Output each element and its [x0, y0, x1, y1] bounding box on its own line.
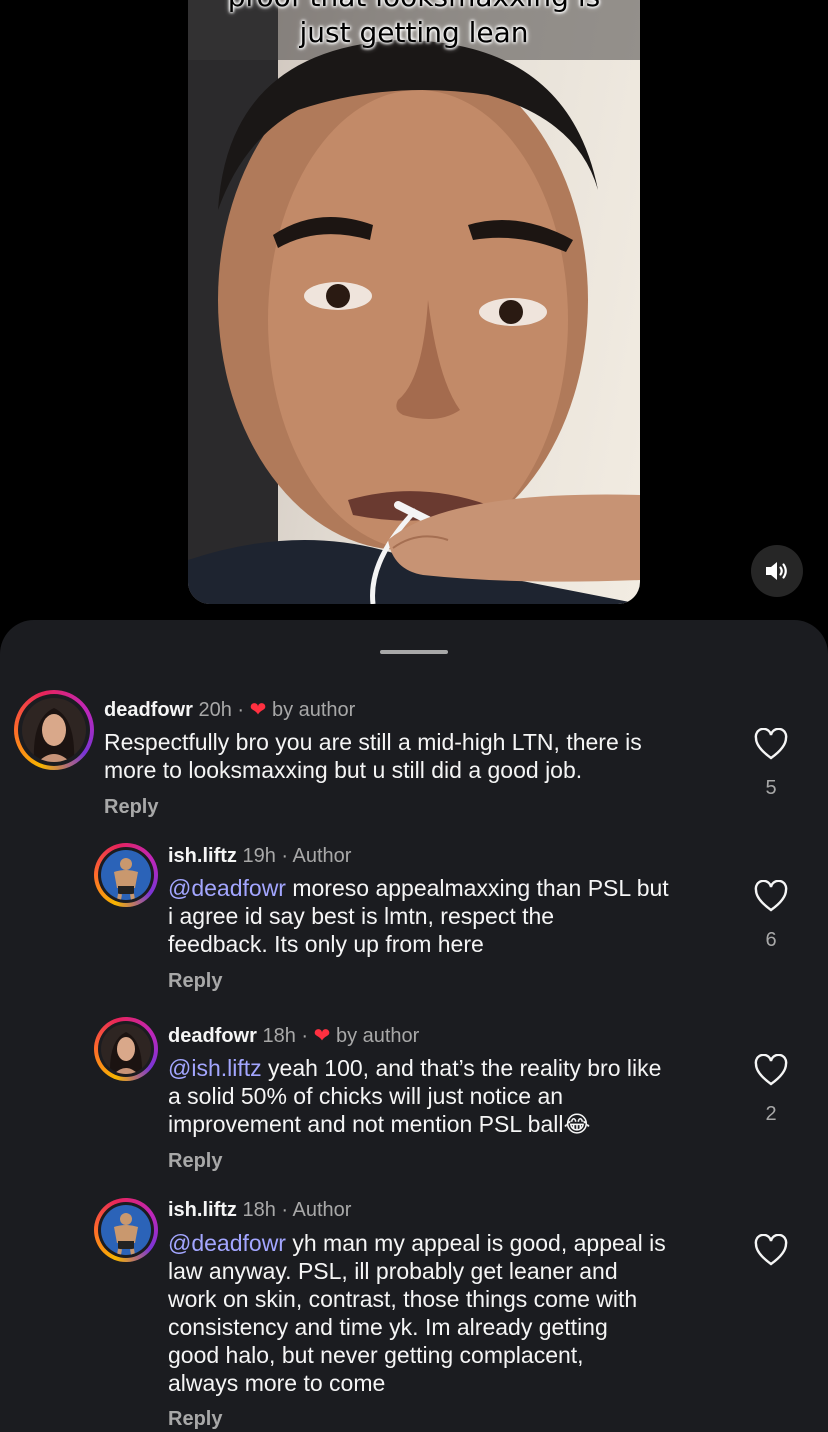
comment-text-line: yeah 100, and that’s the reality bro lik…: [261, 1055, 662, 1081]
avatar[interactable]: [14, 690, 94, 770]
heart-icon[interactable]: [754, 880, 788, 914]
mention-link[interactable]: @ish.liftz: [168, 1055, 262, 1081]
comment-meta: ish.liftz 18h · Author: [168, 1199, 352, 1221]
comment-text-line: good halo, but never getting complacent,: [168, 1342, 584, 1368]
comment-meta: deadfowr 20h · ❤ by author: [104, 699, 356, 721]
comment-text-line: yh man my appeal is good, appeal is: [285, 1230, 666, 1256]
comment-username[interactable]: ish.liftz: [168, 1199, 237, 1221]
like-count: 2: [765, 1103, 777, 1125]
comment-meta: ish.liftz 19h · Author: [168, 845, 352, 867]
comment-text: @deadfowr yh man my appeal is good, appe…: [168, 1229, 738, 1397]
video-frame-illustration: [188, 0, 640, 604]
screen: proof that looksmaxxing is just getting …: [0, 0, 828, 1432]
avatar[interactable]: [94, 1198, 158, 1262]
author-liked-heart-icon: ❤: [313, 1025, 331, 1047]
comment-time: 19h: [242, 845, 276, 867]
heart-icon[interactable]: [754, 1054, 788, 1088]
comment-text-line: i agree id say best is lmtn, respect the: [168, 903, 555, 929]
comment-text-line: a solid 50% of chicks will just notice a…: [168, 1083, 564, 1109]
comment-tag: by author: [335, 1025, 420, 1047]
sheet-drag-handle[interactable]: [380, 650, 448, 654]
comment-tag: Author: [292, 1199, 352, 1221]
video-caption-line-1: proof that looksmaxxing is: [188, 0, 640, 13]
avatar-photo-icon: [22, 698, 86, 762]
comment-text-line: more to looksmaxxing but u still did a g…: [104, 757, 583, 783]
heart-icon[interactable]: [754, 1234, 788, 1268]
comment-tag: by author: [271, 699, 356, 721]
reply-button[interactable]: Reply: [168, 970, 222, 993]
comment-text: @deadfowr moreso appealmaxxing than PSL …: [168, 874, 738, 958]
comments-sheet: deadfowr 20h · ❤ by author Respectfully …: [0, 620, 828, 1432]
comment-time: 20h: [198, 699, 232, 721]
comment-text-line: moreso appealmaxxing than PSL but: [285, 875, 669, 901]
avatar-photo-icon: [101, 1024, 151, 1074]
mute-button[interactable]: [751, 545, 803, 597]
reply-button[interactable]: Reply: [168, 1408, 222, 1431]
like-count: 5: [765, 777, 777, 799]
comment-time: 18h: [242, 1199, 276, 1221]
author-liked-heart-icon: ❤: [249, 699, 267, 721]
comment-tag: Author: [292, 845, 352, 867]
video-caption-line-2: just getting lean: [299, 16, 529, 49]
like-count: 6: [765, 929, 777, 951]
speaker-volume-icon: [766, 562, 787, 580]
avatar-photo-icon: [101, 850, 151, 900]
comment-text-line: work on skin, contrast, those things com…: [168, 1286, 638, 1312]
reply-button[interactable]: Reply: [168, 1150, 222, 1173]
comment-text-line: always more to come: [168, 1370, 386, 1396]
reel-video[interactable]: proof that looksmaxxing is just getting …: [188, 0, 640, 604]
avatar[interactable]: [94, 1017, 158, 1081]
comment-text-line: feedback. Its only up from here: [168, 931, 484, 957]
comment-text-line: improvement and not mention PSL ball: [168, 1111, 564, 1137]
comment-meta: deadfowr 18h · ❤ by author: [168, 1025, 420, 1047]
comment-text-line: consistency and time yk. Im already gett…: [168, 1314, 608, 1340]
comment-text-line: law anyway. PSL, ill probably get leaner…: [168, 1258, 618, 1284]
mention-link[interactable]: @deadfowr: [168, 875, 286, 901]
comment-time: 18h: [262, 1025, 296, 1047]
avatar-photo-icon: [101, 1205, 151, 1255]
avatar[interactable]: [94, 843, 158, 907]
reply-button[interactable]: Reply: [104, 796, 158, 819]
comment-text: @ish.liftz yeah 100, and that’s the real…: [168, 1054, 738, 1138]
heart-icon[interactable]: [754, 728, 788, 762]
comment-text-line: Respectfully bro you are still a mid-hig…: [104, 729, 642, 755]
comment-username[interactable]: deadfowr: [168, 1025, 257, 1047]
comment-text: Respectfully bro you are still a mid-hig…: [104, 728, 724, 784]
comment-username[interactable]: deadfowr: [104, 699, 193, 721]
laughing-emoji: 😂: [563, 1111, 591, 1137]
comment-username[interactable]: ish.liftz: [168, 845, 237, 867]
mention-link[interactable]: @deadfowr: [168, 1230, 286, 1256]
